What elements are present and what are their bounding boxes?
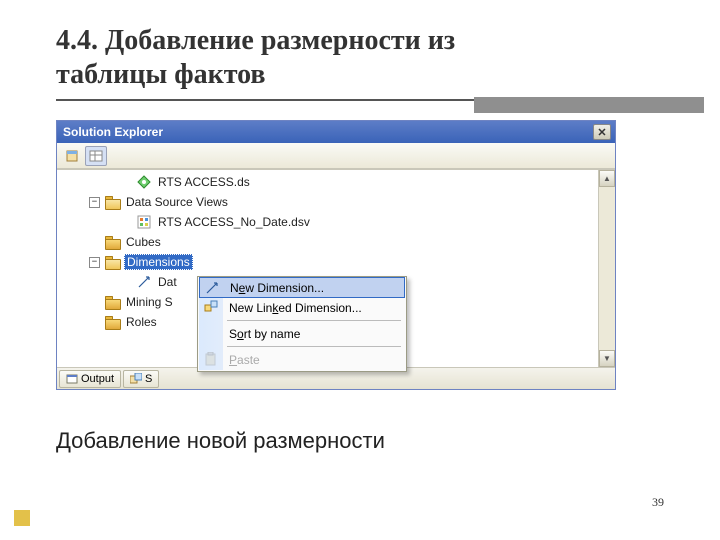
solution-explorer-panel: Solution Explorer ✕ ▲ ▼ — [56, 120, 616, 390]
tree-label: Mining S — [124, 295, 175, 309]
heading-line1: 4.4. Добавление размерности из — [56, 25, 455, 56]
showall-icon — [89, 149, 103, 163]
collapse-icon[interactable]: − — [89, 257, 100, 268]
tree-label: Data Source Views — [124, 195, 230, 209]
tree-label: Dat — [156, 275, 179, 289]
menu-label: New Dimension... — [230, 281, 324, 295]
tree-item-cubes[interactable]: Cubes — [57, 232, 615, 252]
tab-output[interactable]: Output — [59, 370, 121, 388]
tree-item-ds[interactable]: RTS ACCESS.ds — [57, 172, 615, 192]
output-icon — [66, 373, 78, 385]
tree-label-selected: Dimensions — [124, 254, 193, 270]
folder-icon — [104, 234, 120, 250]
heading-rule — [0, 99, 720, 105]
page-number: 39 — [652, 495, 664, 510]
menu-paste: Paste — [199, 349, 405, 370]
tab-solution[interactable]: S — [123, 370, 159, 388]
tab-label: Output — [81, 373, 114, 385]
vertical-scrollbar[interactable]: ▲ ▼ — [598, 170, 615, 367]
panel-title: Solution Explorer — [63, 125, 163, 139]
scroll-down-button[interactable]: ▼ — [599, 350, 615, 367]
tree-item-dsv[interactable]: RTS ACCESS_No_Date.dsv — [57, 212, 615, 232]
menu-label: Sort by name — [229, 327, 300, 341]
close-icon: ✕ — [597, 126, 606, 139]
close-button[interactable]: ✕ — [593, 124, 611, 140]
tree-item-dsv-folder[interactable]: − Data Source Views — [57, 192, 615, 212]
panel-toolbar — [57, 143, 615, 169]
scroll-up-button[interactable]: ▲ — [599, 170, 615, 187]
collapse-icon[interactable]: − — [89, 197, 100, 208]
folder-icon — [104, 194, 120, 210]
slide-marker — [14, 510, 30, 526]
datasource-icon — [136, 174, 152, 190]
toolbar-btn-properties[interactable] — [61, 146, 83, 166]
menu-new-dimension[interactable]: New Dimension... — [199, 277, 405, 298]
screenshot-container: Solution Explorer ✕ ▲ ▼ — [56, 120, 616, 390]
context-menu: New Dimension... New Linked Dimension...… — [197, 276, 407, 372]
menu-sort-by-name[interactable]: Sort by name — [199, 323, 405, 344]
tree-item-dimensions[interactable]: − Dimensions — [57, 252, 615, 272]
tab-label: S — [145, 373, 152, 385]
folder-icon — [104, 254, 120, 270]
solution-icon — [130, 373, 142, 385]
tree-label: RTS ACCESS.ds — [156, 175, 252, 189]
rule-accent — [474, 97, 704, 113]
tree-label: Cubes — [124, 235, 163, 249]
dimension-icon — [204, 280, 220, 296]
tree-label: RTS ACCESS_No_Date.dsv — [156, 215, 312, 229]
folder-icon — [104, 294, 120, 310]
menu-label: Paste — [229, 353, 260, 367]
caption-text: Добавление новой размерности — [56, 428, 385, 454]
paste-icon — [203, 351, 219, 367]
dimension-icon — [136, 274, 152, 290]
linked-dimension-icon — [203, 299, 219, 315]
menu-new-linked-dimension[interactable]: New Linked Dimension... — [199, 297, 405, 318]
heading-line2: таблицы фактов — [56, 59, 266, 90]
toolbar-btn-showall[interactable] — [85, 146, 107, 166]
dsv-icon — [136, 214, 152, 230]
slide-heading: 4.4. Добавление размерности из таблицы ф… — [0, 18, 720, 95]
panel-titlebar[interactable]: Solution Explorer ✕ — [57, 121, 615, 143]
tree-label: Roles — [124, 315, 159, 329]
properties-icon — [65, 149, 79, 163]
folder-icon — [104, 314, 120, 330]
top-gap — [0, 0, 720, 18]
menu-label: New Linked Dimension... — [229, 301, 362, 315]
